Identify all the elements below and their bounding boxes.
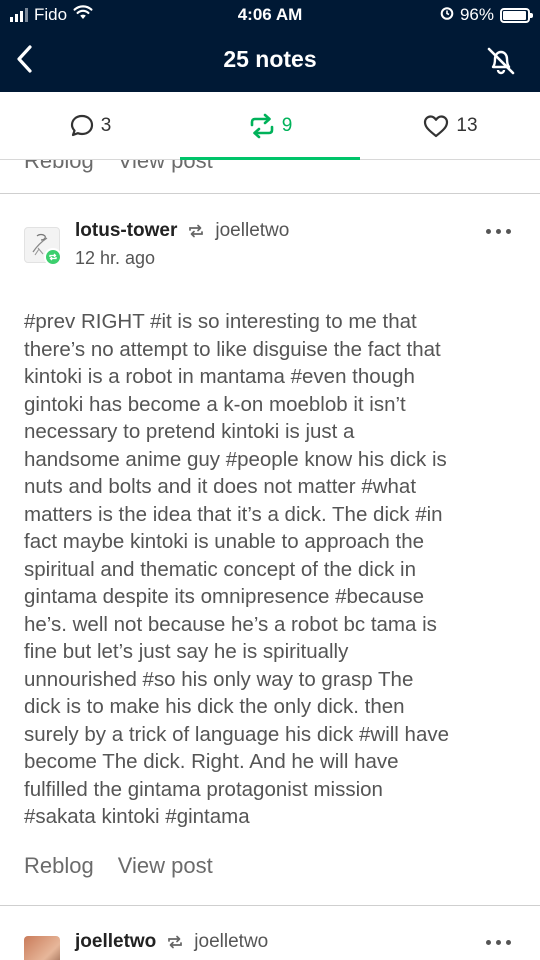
bell-off-icon (487, 47, 515, 75)
speech-bubble-icon (70, 114, 93, 137)
avatar[interactable] (24, 936, 60, 960)
previous-post-footer: Reblog View post (0, 160, 540, 194)
battery-level (503, 10, 527, 20)
post-text-line: handsome anime guy #people know his dick… (24, 447, 447, 471)
dot-icon (506, 228, 511, 234)
post-text-line: there’s no attempt to like disguise the … (24, 337, 441, 361)
reblogs-count: 9 (281, 115, 293, 136)
replies-count: 3 (100, 115, 112, 136)
tab-likes[interactable]: 13 (360, 92, 540, 160)
post-text-line: fact maybe kintoki is unable to approach… (24, 530, 424, 553)
battery-percent: 96% (459, 5, 494, 24)
next-post-header: joelletwo joelletwo (75, 931, 268, 953)
post-text-line: become The dick. Right. And he will have (24, 750, 399, 773)
heart-icon (424, 115, 449, 138)
previous-view-post-link[interactable]: View post (118, 160, 213, 174)
post-timestamp: 12 hr. ago (75, 248, 156, 268)
dot-icon (486, 939, 491, 945)
next-reblogged-from-username[interactable]: joelletwo (194, 931, 268, 953)
status-bar: Fido 4:06 AM 96% (0, 0, 540, 30)
notes-tabs: 3 9 13 (0, 92, 540, 160)
previous-reblog-link[interactable]: Reblog (24, 160, 94, 174)
more-options-button[interactable] (486, 936, 518, 948)
post-text-line: matters is the idea that it’s a dick. Th… (24, 502, 443, 526)
top-bar: Fido 4:06 AM 96% 25 notes (0, 0, 540, 92)
post-text-line: dick is to make his dick the only dick. … (24, 695, 405, 718)
tab-replies[interactable]: 3 (0, 92, 180, 160)
reblog-link[interactable]: Reblog (24, 853, 94, 879)
tab-reblogs[interactable]: 9 (180, 92, 360, 160)
next-post-username[interactable]: joelletwo (75, 931, 156, 953)
status-right: 96% (440, 5, 533, 25)
post-text-line: he’s. well not because he’s a robot bc t… (24, 612, 437, 636)
post-actions: Reblog View post (24, 853, 213, 879)
post-text-line: #sakata kintoki #gintama (24, 805, 250, 828)
next-note-post: joelletwo joelletwo (0, 906, 540, 960)
post-text-line: nuts and bolts and it does not matter #w… (24, 475, 417, 498)
dot-icon (496, 228, 501, 234)
view-post-link[interactable]: View post (118, 853, 213, 879)
nav-bar: 25 notes (0, 30, 540, 92)
post-text-line: #prev RIGHT #it is so interesting to me … (24, 310, 417, 333)
dot-icon (506, 939, 511, 945)
reblog-icon (168, 935, 183, 949)
reblog-icon (250, 113, 274, 139)
post-text-line: gintoki has become a k-on moeblob it isn… (24, 392, 406, 416)
post-text-line: unnourished #so his only way to grasp Th… (24, 667, 414, 691)
mute-notifications-button[interactable] (482, 42, 520, 80)
page-title: 25 notes (223, 46, 317, 72)
alarm-icon (440, 5, 454, 25)
post-username[interactable]: lotus-tower (75, 220, 177, 242)
post-header: lotus-tower joelletwo (75, 220, 289, 242)
post-text-line: gintama despite its omnipresence #becaus… (24, 585, 424, 608)
post-text-line: fulfilled the gintama protagonist missio… (24, 777, 383, 801)
dot-icon (486, 228, 491, 234)
reblog-badge-icon (44, 248, 62, 266)
more-options-button[interactable] (486, 225, 518, 237)
dot-icon (496, 939, 501, 945)
post-text-line: kintoki is a robot in mantama #even thou… (24, 365, 415, 388)
reblogged-from-username[interactable]: joelletwo (215, 220, 289, 242)
reblog-icon (189, 224, 204, 238)
previous-post-actions: Reblog View post (24, 160, 213, 174)
battery-icon (500, 7, 533, 23)
post-text-line: surely by a trick of language his dick #… (24, 722, 450, 746)
post-text-line: necessary to pretend kintoki is just a (24, 420, 355, 443)
post-text-line: fine but let’s just say he is spirituall… (24, 640, 349, 663)
post-text-line: spiritual and thematic concept of the di… (24, 557, 416, 581)
post-tags-text: #prev RIGHT #it is so interesting to me … (24, 308, 524, 831)
likes-count: 13 (456, 115, 478, 136)
